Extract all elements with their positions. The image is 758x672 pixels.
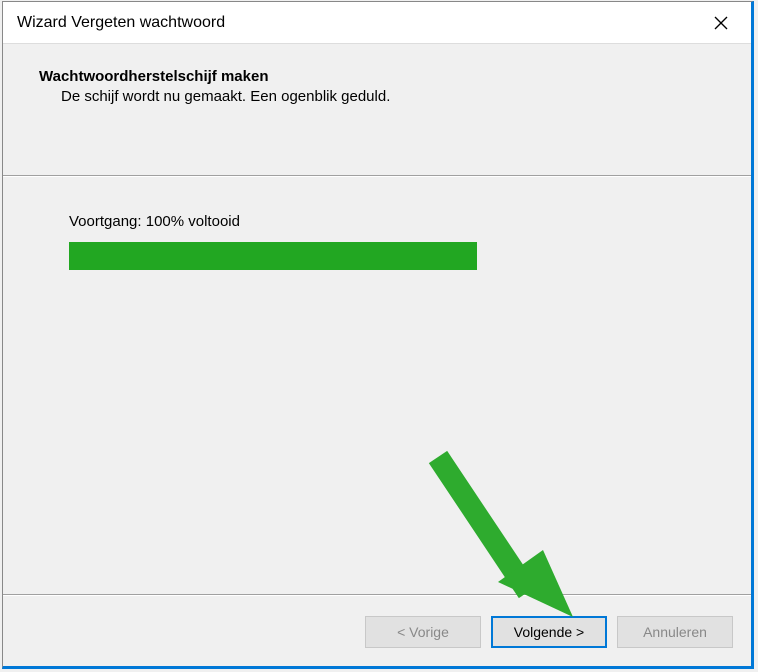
titlebar: Wizard Vergeten wachtwoord: [3, 2, 751, 44]
header-separator: [3, 175, 751, 177]
wizard-window: Wizard Vergeten wachtwoord Wachtwoordher…: [2, 1, 754, 669]
page-subheading: De schijf wordt nu gemaakt. Een ogenblik…: [61, 88, 715, 105]
close-button[interactable]: [699, 6, 743, 40]
button-bar: < Vorige Volgende > Annuleren: [365, 616, 733, 648]
close-icon: [714, 16, 728, 30]
progress-fill: [69, 242, 477, 270]
progress-label: Voortgang: 100% voltooid: [69, 213, 715, 230]
content-area: Wachtwoordherstelschijf maken De schijf …: [3, 44, 751, 270]
window-title: Wizard Vergeten wachtwoord: [17, 14, 225, 32]
arrow-annotation-icon: [423, 442, 583, 632]
progress-section: Voortgang: 100% voltooid: [39, 213, 715, 270]
cancel-button: Annuleren: [617, 616, 733, 648]
progress-bar: [69, 242, 477, 270]
footer-separator: [3, 594, 751, 596]
next-button[interactable]: Volgende >: [491, 616, 607, 648]
page-heading: Wachtwoordherstelschijf maken: [39, 68, 715, 85]
back-button: < Vorige: [365, 616, 481, 648]
